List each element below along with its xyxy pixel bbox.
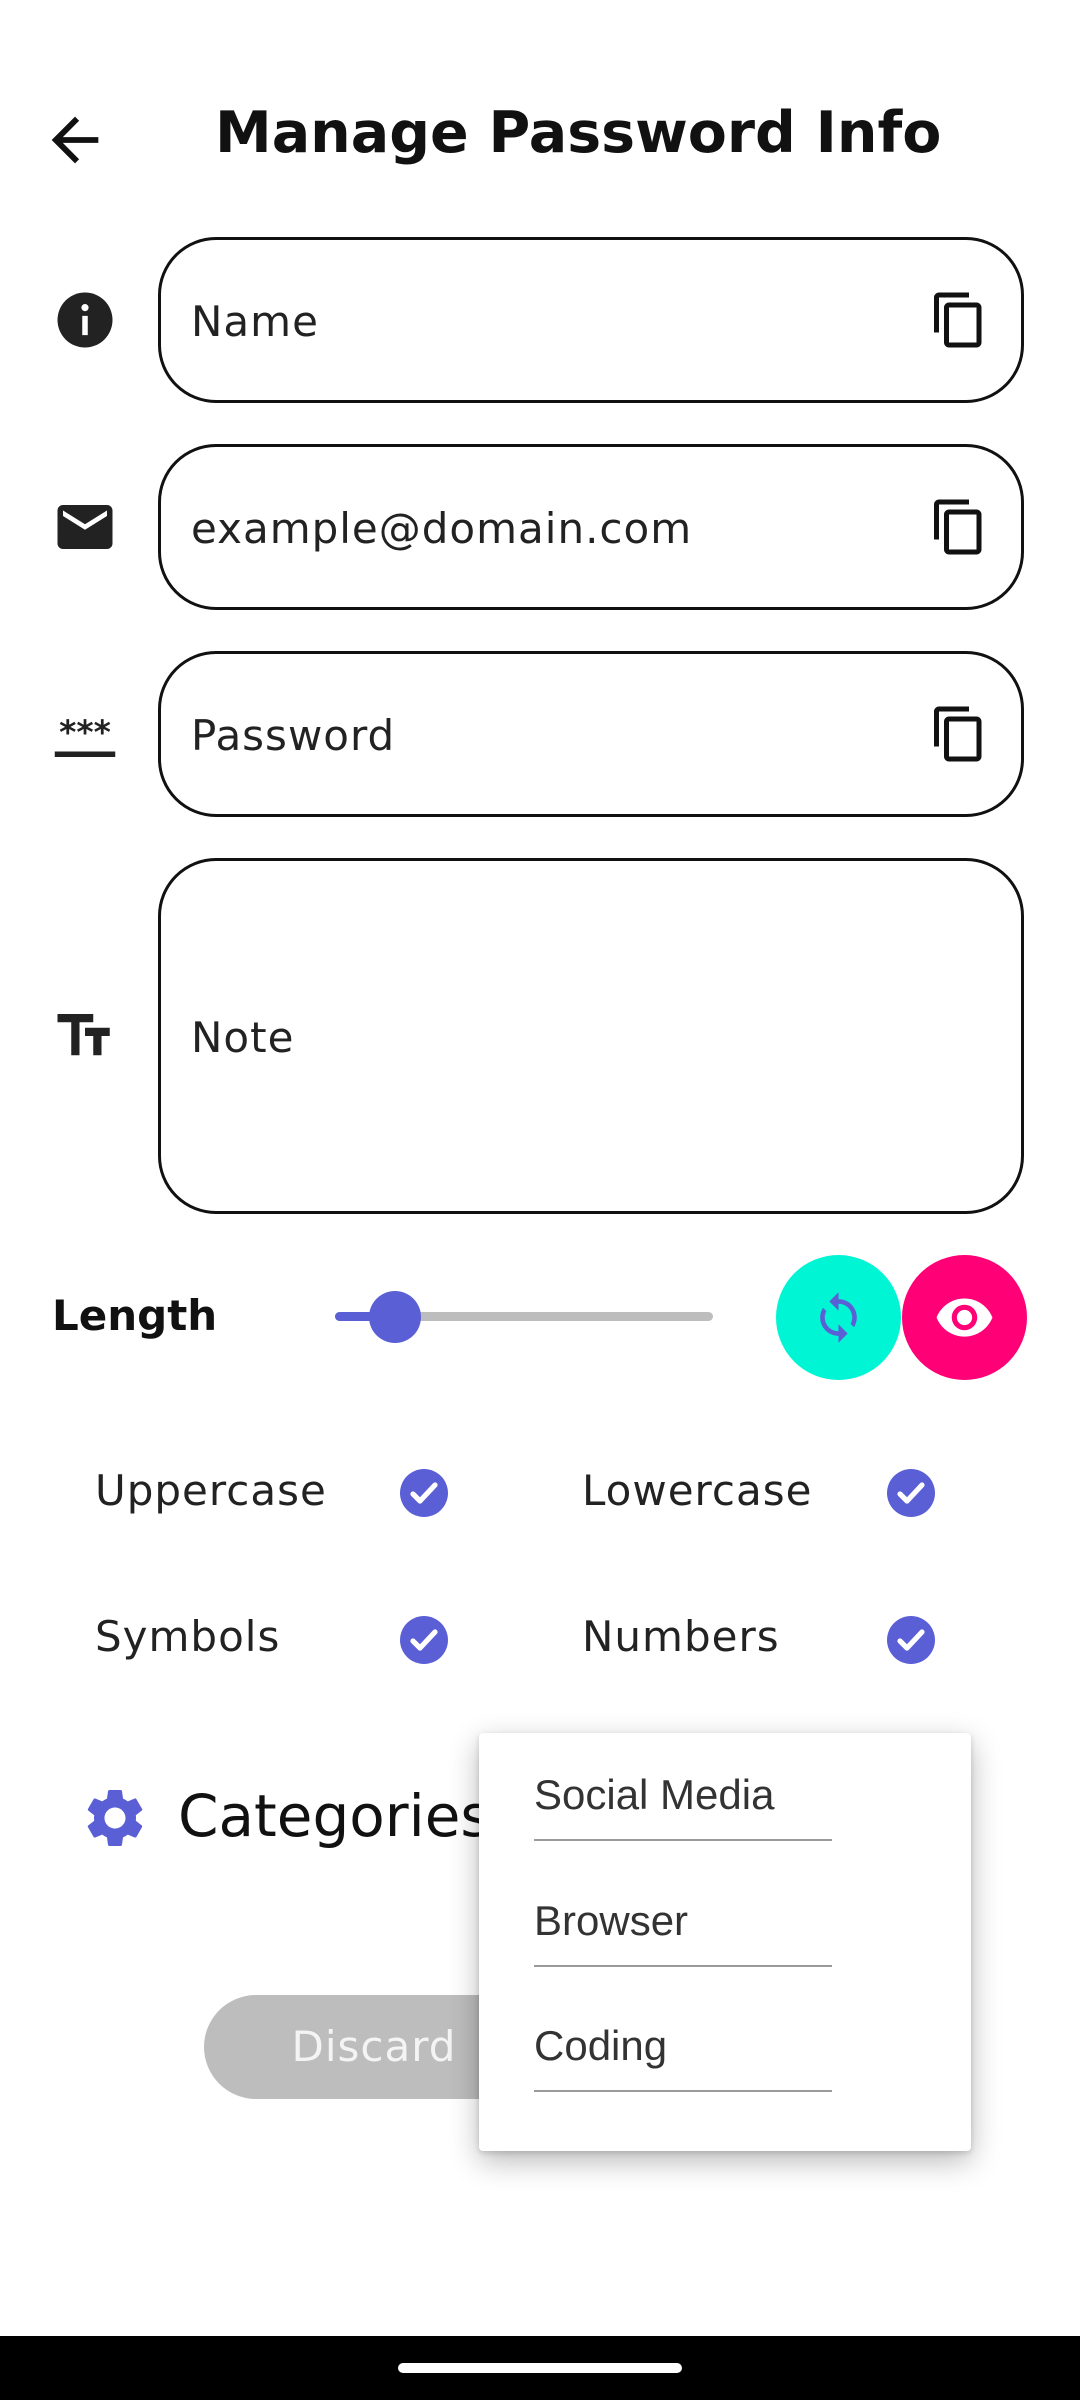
password-field-placeholder: Password: [191, 711, 396, 760]
refresh-button[interactable]: [776, 1255, 901, 1380]
menu-item-social-media[interactable]: Social Media: [534, 1759, 832, 1841]
numbers-checkbox[interactable]: [887, 1616, 935, 1664]
note-field[interactable]: Note: [158, 858, 1024, 1214]
toggle-visibility-button[interactable]: [902, 1255, 1027, 1380]
name-field-placeholder: Name: [191, 297, 319, 346]
menu-item-coding[interactable]: Coding: [534, 2010, 832, 2092]
svg-text:***: ***: [59, 712, 111, 751]
copy-icon[interactable]: [929, 702, 989, 766]
numbers-label: Numbers: [582, 1612, 780, 1661]
gear-icon: [87, 1790, 143, 1846]
page-title: Manage Password Info: [215, 100, 942, 166]
password-icon: ***: [54, 712, 116, 757]
categories-label: Categories:: [178, 1782, 511, 1850]
length-label: Length: [52, 1291, 218, 1340]
home-indicator[interactable]: [398, 2363, 682, 2373]
uppercase-checkbox[interactable]: [400, 1469, 448, 1517]
symbols-checkbox[interactable]: [400, 1616, 448, 1664]
check-icon: [410, 1482, 438, 1504]
email-field[interactable]: example@domain.com: [158, 444, 1024, 610]
eye-icon: [936, 1298, 993, 1337]
password-field[interactable]: Password: [158, 651, 1024, 817]
menu-item-browser[interactable]: Browser: [534, 1885, 832, 1967]
length-slider-thumb[interactable]: [369, 1291, 422, 1343]
note-field-placeholder: Note: [191, 1013, 295, 1062]
check-icon: [897, 1482, 925, 1504]
name-field[interactable]: Name: [158, 237, 1024, 403]
refresh-icon: [820, 1292, 857, 1343]
symbols-label: Symbols: [95, 1612, 281, 1661]
info-icon: [57, 292, 113, 348]
mail-icon: [57, 505, 113, 549]
text-size-icon: [57, 1014, 110, 1056]
menu-item-label: Social Media: [534, 1771, 775, 1818]
copy-icon[interactable]: [929, 495, 989, 559]
menu-item-label: Browser: [534, 1897, 689, 1944]
lowercase-checkbox[interactable]: [887, 1469, 935, 1517]
menu-item-label: Coding: [534, 2022, 668, 2069]
check-icon: [897, 1629, 925, 1651]
uppercase-label: Uppercase: [95, 1466, 327, 1515]
lowercase-label: Lowercase: [582, 1466, 813, 1515]
email-field-placeholder: example@domain.com: [191, 504, 693, 553]
check-icon: [410, 1629, 438, 1651]
category-dropdown-menu: Social Media Browser Coding: [479, 1733, 971, 2151]
arrow-back-icon[interactable]: [40, 105, 110, 175]
copy-icon[interactable]: [929, 288, 989, 352]
